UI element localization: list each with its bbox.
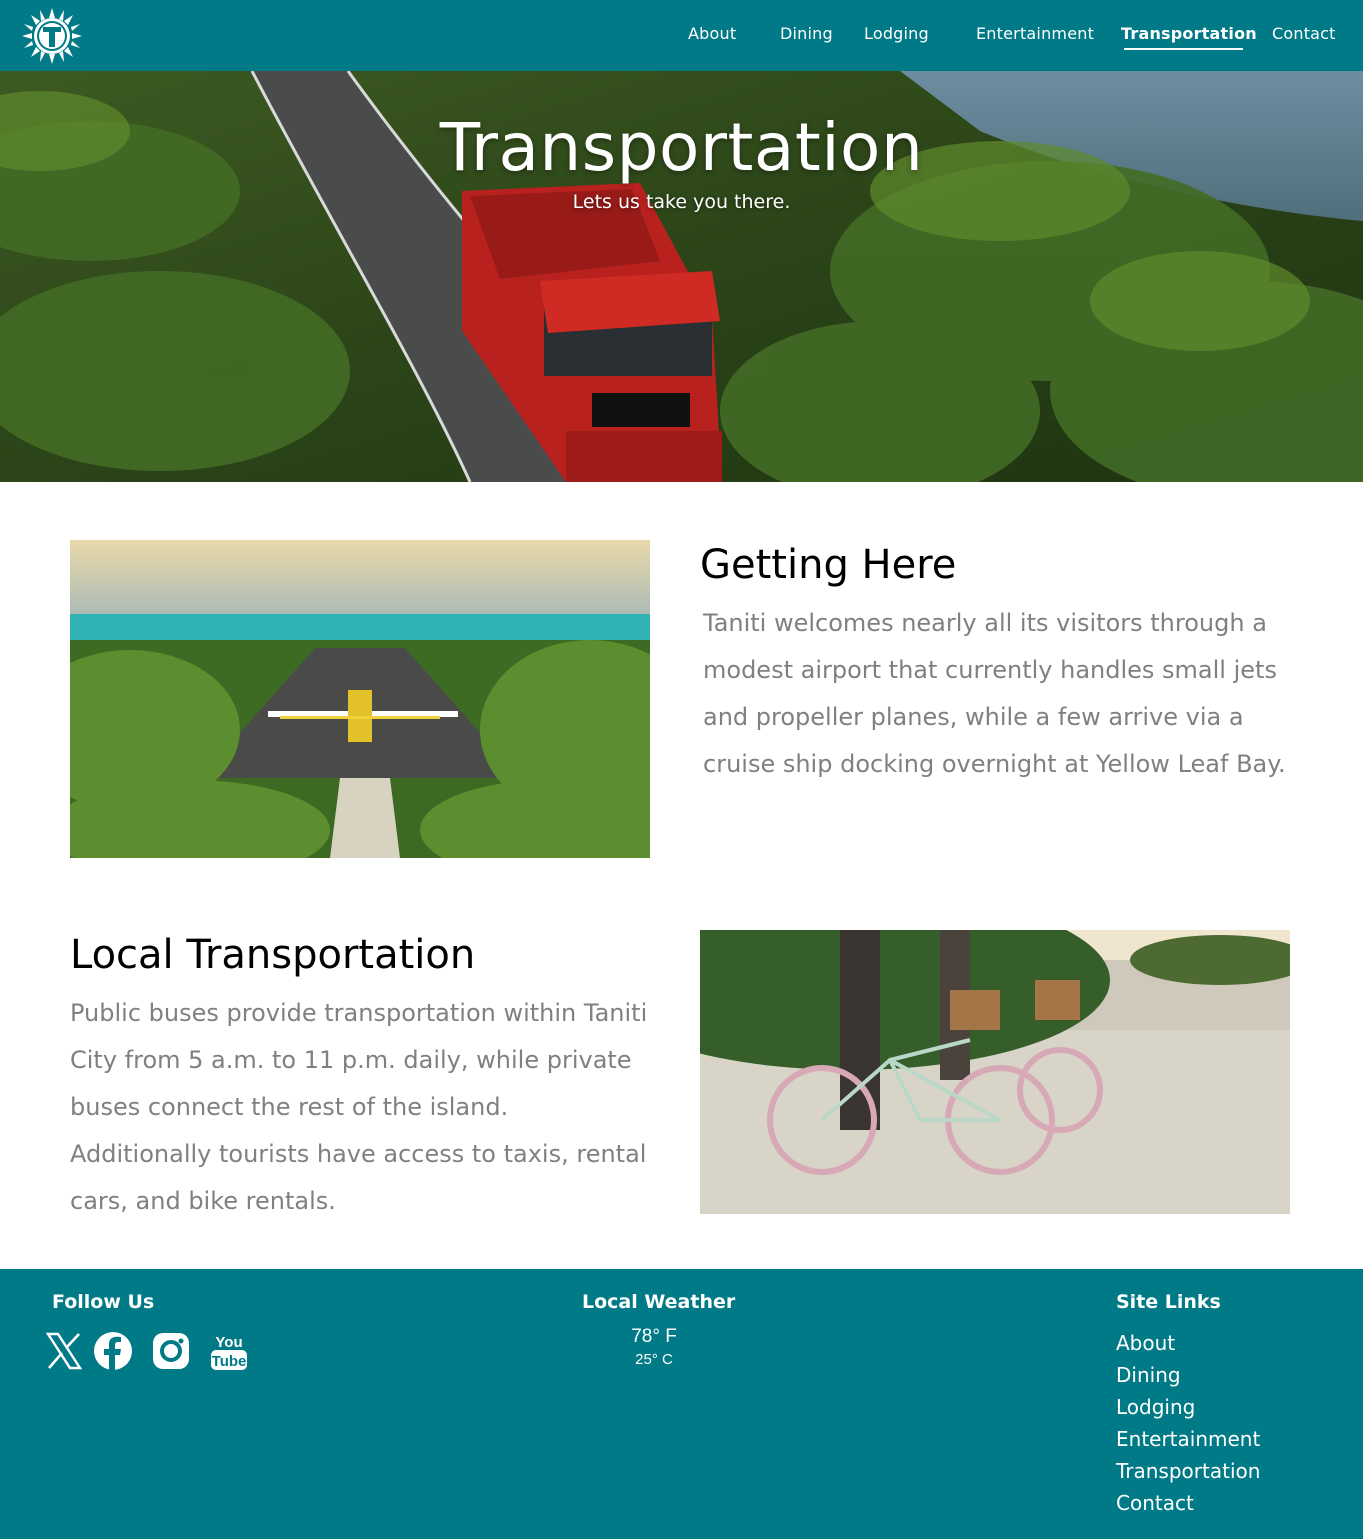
- nav-active-underline: [1124, 48, 1243, 50]
- page-subtitle: Lets us take you there.: [572, 191, 791, 213]
- temperature-celsius: 25° C: [635, 1351, 673, 1368]
- local-transportation-heading: Local Transportation: [70, 932, 476, 978]
- youtube-icon[interactable]: You Tube: [209, 1331, 249, 1371]
- footer-link-dining[interactable]: Dining: [1116, 1363, 1181, 1387]
- youtube-bottom-text: Tube: [212, 1353, 247, 1370]
- page-title: Transportation: [439, 109, 924, 186]
- follow-us-heading: Follow Us: [52, 1291, 155, 1313]
- site-footer: Follow Us You Tube Local Weather 78° F 2…: [0, 1269, 1363, 1539]
- airport-runway-image: [70, 540, 650, 858]
- beach-bicycles-image: [700, 930, 1290, 1214]
- top-nav: About Dining Lodging Entertainment Trans…: [0, 0, 1363, 71]
- nav-entertainment[interactable]: Entertainment: [976, 24, 1094, 43]
- footer-link-lodging[interactable]: Lodging: [1116, 1395, 1195, 1419]
- youtube-top-text: You: [215, 1334, 242, 1351]
- nav-lodging[interactable]: Lodging: [864, 24, 929, 43]
- footer-link-contact[interactable]: Contact: [1116, 1491, 1194, 1515]
- site-links-heading: Site Links: [1116, 1291, 1221, 1313]
- nav-transportation[interactable]: Transportation: [1121, 24, 1257, 43]
- footer-link-transportation[interactable]: Transportation: [1116, 1459, 1260, 1483]
- local-weather-heading: Local Weather: [582, 1291, 736, 1313]
- nav-contact[interactable]: Contact: [1272, 24, 1336, 43]
- sun-t-logo-icon[interactable]: [20, 8, 84, 64]
- nav-about[interactable]: About: [688, 24, 736, 43]
- temperature-fahrenheit: 78° F: [631, 1326, 677, 1347]
- local-transportation-text: Public buses provide transportation with…: [70, 999, 648, 1215]
- hero-banner: Transportation Lets us take you there.: [0, 71, 1363, 482]
- x-icon[interactable]: [44, 1331, 84, 1371]
- instagram-icon[interactable]: [151, 1331, 191, 1371]
- getting-here-heading: Getting Here: [700, 542, 957, 588]
- getting-here-text: Taniti welcomes nearly all its visitors …: [703, 609, 1286, 778]
- facebook-icon[interactable]: [93, 1331, 133, 1371]
- footer-link-entertainment[interactable]: Entertainment: [1116, 1427, 1260, 1451]
- nav-dining[interactable]: Dining: [780, 24, 833, 43]
- footer-link-about[interactable]: About: [1116, 1331, 1175, 1355]
